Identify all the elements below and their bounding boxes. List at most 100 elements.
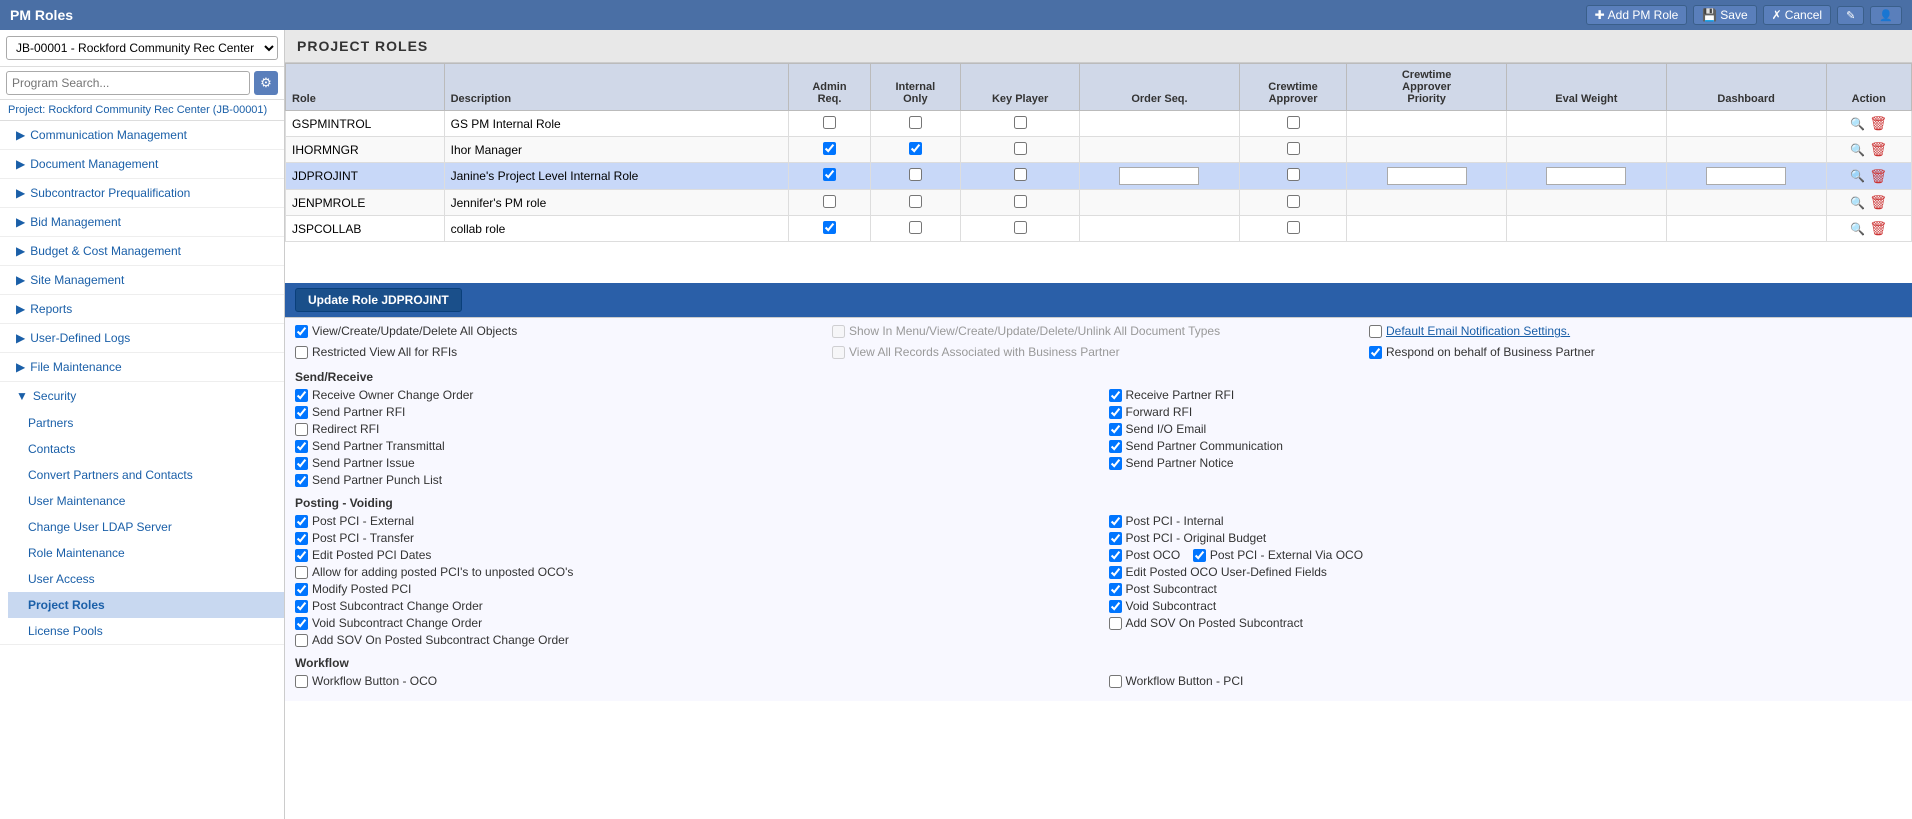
add-sov-posted-subcontract-co-checkbox[interactable] — [295, 634, 308, 647]
cell-eval-weight — [1507, 137, 1667, 163]
send-partner-issue-checkbox[interactable] — [295, 457, 308, 470]
sidebar-item-subcontractor[interactable]: ▶ Subcontractor Prequalification — [0, 179, 284, 207]
admin-req-checkbox[interactable] — [823, 221, 836, 234]
search-button[interactable]: 🔍 — [1850, 143, 1865, 157]
post-pci-internal-checkbox[interactable] — [1109, 515, 1122, 528]
project-select[interactable]: JB-00001 - Rockford Community Rec Center — [6, 36, 278, 60]
sidebar-item-reports[interactable]: ▶ Reports — [0, 295, 284, 323]
post-subcontract-checkbox[interactable] — [1109, 583, 1122, 596]
sidebar-item-user-access[interactable]: User Access — [8, 566, 284, 592]
internal-only-checkbox[interactable] — [909, 142, 922, 155]
cancel-button[interactable]: ✗ Cancel — [1763, 5, 1831, 25]
key-player-checkbox[interactable] — [1014, 168, 1027, 181]
default-email-checkbox[interactable] — [1369, 325, 1382, 338]
project-link[interactable]: Project: Rockford Community Rec Center (… — [0, 100, 284, 121]
sidebar-item-license-pools[interactable]: License Pools — [8, 618, 284, 644]
eval-weight-input[interactable] — [1546, 167, 1626, 185]
post-pci-transfer-checkbox[interactable] — [295, 532, 308, 545]
internal-only-checkbox[interactable] — [909, 116, 922, 129]
send-partner-notice-checkbox[interactable] — [1109, 457, 1122, 470]
search-button[interactable]: 🔍 — [1850, 117, 1865, 131]
sidebar-item-user-maintenance[interactable]: User Maintenance — [8, 488, 284, 514]
post-subcontract-co-checkbox[interactable] — [295, 600, 308, 613]
internal-only-checkbox[interactable] — [909, 195, 922, 208]
edit-posted-oco-fields-checkbox[interactable] — [1109, 566, 1122, 579]
void-subcontract-checkbox[interactable] — [1109, 600, 1122, 613]
modify-posted-pci-checkbox[interactable] — [295, 583, 308, 596]
delete-button[interactable]: 🗑 — [1869, 168, 1887, 185]
respond-behalf-checkbox[interactable] — [1369, 346, 1382, 359]
redirect-rfi-checkbox[interactable] — [295, 423, 308, 436]
sidebar-item-budget[interactable]: ▶ Budget & Cost Management — [0, 237, 284, 265]
edit-posted-pci-dates-checkbox[interactable] — [295, 549, 308, 562]
internal-only-checkbox[interactable] — [909, 221, 922, 234]
sidebar-item-partners[interactable]: Partners — [8, 410, 284, 436]
sidebar-item-security[interactable]: ▼ Security — [0, 382, 284, 410]
receive-partner-rfi-checkbox[interactable] — [1109, 389, 1122, 402]
view-all-records-checkbox[interactable] — [832, 346, 845, 359]
crewtime-approver-checkbox[interactable] — [1287, 221, 1300, 234]
sidebar-item-role-maintenance[interactable]: Role Maintenance — [8, 540, 284, 566]
sidebar-item-project-roles[interactable]: Project Roles — [8, 592, 284, 618]
delete-button[interactable]: 🗑 — [1869, 220, 1887, 237]
send-partner-transmittal-checkbox[interactable] — [295, 440, 308, 453]
search-button[interactable]: 🔍 — [1850, 169, 1865, 183]
sidebar-item-convert[interactable]: Convert Partners and Contacts — [8, 462, 284, 488]
view-create-all-checkbox[interactable] — [295, 325, 308, 338]
post-pci-external-checkbox[interactable] — [295, 515, 308, 528]
search-button[interactable]: 🔍 — [1850, 222, 1865, 236]
admin-req-checkbox[interactable] — [823, 168, 836, 181]
key-player-checkbox[interactable] — [1014, 195, 1027, 208]
send-io-email-checkbox[interactable] — [1109, 423, 1122, 436]
void-subcontract-co-checkbox[interactable] — [295, 617, 308, 630]
crewtime-approver-checkbox[interactable] — [1287, 142, 1300, 155]
send-partner-rfi-checkbox[interactable] — [295, 406, 308, 419]
allow-posting-pci-checkbox[interactable] — [295, 566, 308, 579]
search-button[interactable]: 🔍 — [1850, 196, 1865, 210]
internal-only-checkbox[interactable] — [909, 168, 922, 181]
cell-description: Ihor Manager — [444, 137, 789, 163]
user-icon-button[interactable]: 👤 — [1870, 6, 1902, 25]
program-search-input[interactable] — [6, 71, 250, 95]
post-pci-original-budget-checkbox[interactable] — [1109, 532, 1122, 545]
crewtime-approver-checkbox[interactable] — [1287, 195, 1300, 208]
delete-button[interactable]: 🗑 — [1869, 141, 1887, 158]
order-seq-input[interactable] — [1119, 167, 1199, 185]
admin-req-checkbox[interactable] — [823, 195, 836, 208]
add-pm-role-button[interactable]: ✚ Add PM Role — [1586, 5, 1688, 25]
show-in-menu-checkbox[interactable] — [832, 325, 845, 338]
dashboard-input[interactable] — [1706, 167, 1786, 185]
send-partner-punch-checkbox[interactable] — [295, 474, 308, 487]
key-player-checkbox[interactable] — [1014, 142, 1027, 155]
forward-rfi-checkbox[interactable] — [1109, 406, 1122, 419]
sidebar-item-userlogs[interactable]: ▶ User-Defined Logs — [0, 324, 284, 352]
sidebar-item-contacts[interactable]: Contacts — [8, 436, 284, 462]
delete-button[interactable]: 🗑 — [1869, 194, 1887, 211]
workflow-button-pci-checkbox[interactable] — [1109, 675, 1122, 688]
crewtime-priority-input[interactable] — [1387, 167, 1467, 185]
workflow-button-oco-checkbox[interactable] — [295, 675, 308, 688]
delete-button[interactable]: 🗑 — [1869, 115, 1887, 132]
admin-req-checkbox[interactable] — [823, 116, 836, 129]
edit-icon-button[interactable]: ✎ — [1837, 6, 1864, 25]
restricted-view-checkbox[interactable] — [295, 346, 308, 359]
key-player-checkbox[interactable] — [1014, 221, 1027, 234]
sidebar-item-site[interactable]: ▶ Site Management — [0, 266, 284, 294]
post-oco-checkbox[interactable] — [1109, 549, 1122, 562]
sidebar-item-bid[interactable]: ▶ Bid Management — [0, 208, 284, 236]
save-button[interactable]: 💾 Save — [1693, 5, 1756, 25]
update-role-button[interactable]: Update Role JDPROJINT — [295, 288, 462, 312]
crewtime-approver-checkbox[interactable] — [1287, 168, 1300, 181]
receive-owner-co-checkbox[interactable] — [295, 389, 308, 402]
add-sov-posted-subcontract-checkbox[interactable] — [1109, 617, 1122, 630]
sidebar-item-ldap[interactable]: Change User LDAP Server — [8, 514, 284, 540]
crewtime-approver-checkbox[interactable] — [1287, 116, 1300, 129]
post-pci-external-via-oco-checkbox[interactable] — [1193, 549, 1206, 562]
sidebar-item-document[interactable]: ▶ Document Management — [0, 150, 284, 178]
key-player-checkbox[interactable] — [1014, 116, 1027, 129]
gear-button[interactable]: ⚙ — [254, 71, 278, 95]
admin-req-checkbox[interactable] — [823, 142, 836, 155]
send-partner-comm-checkbox[interactable] — [1109, 440, 1122, 453]
sidebar-item-communication[interactable]: ▶ Communication Management — [0, 121, 284, 149]
sidebar-item-file[interactable]: ▶ File Maintenance — [0, 353, 284, 381]
